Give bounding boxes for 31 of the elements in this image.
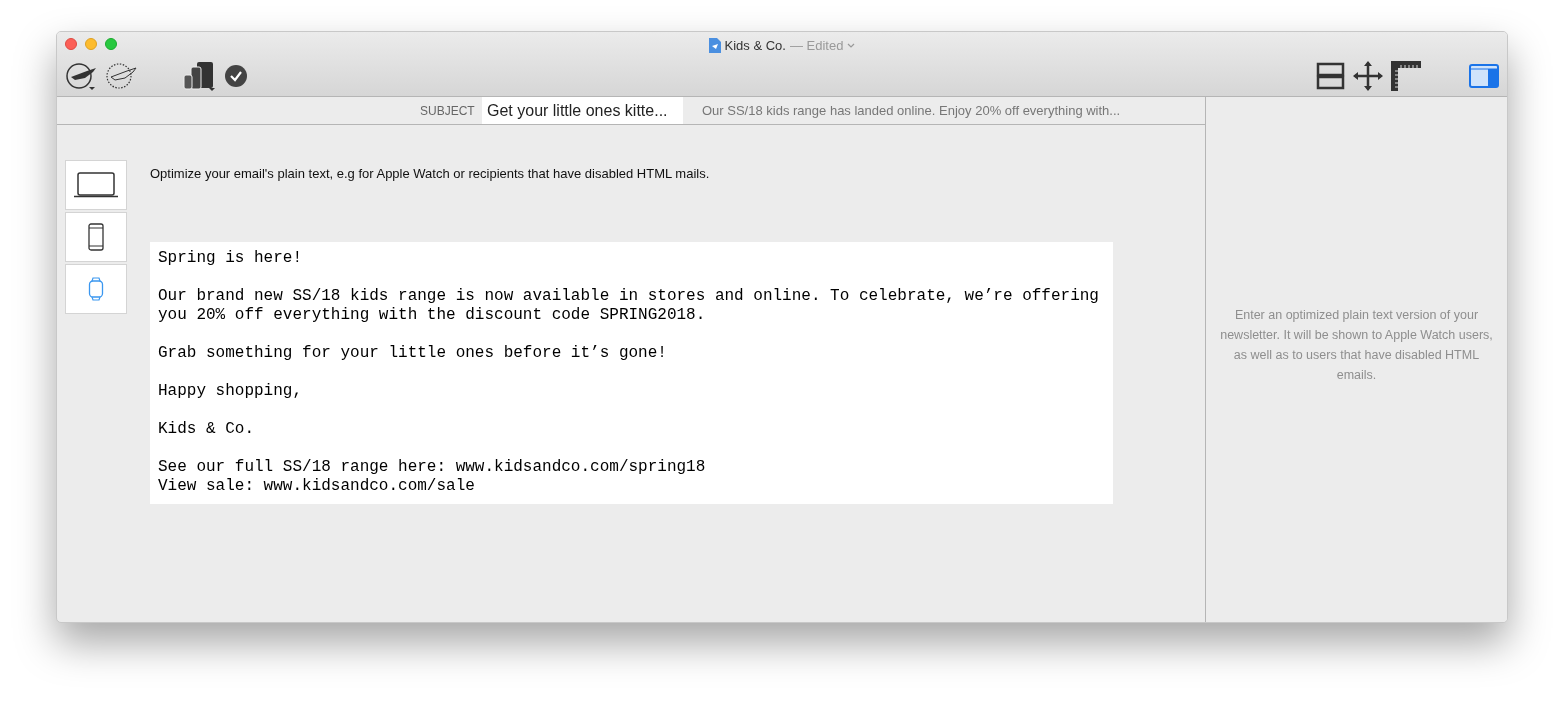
- window-title: Kids & Co.: [724, 37, 786, 55]
- device-tab[interactable]: [65, 212, 127, 262]
- watch-icon: [88, 277, 104, 301]
- airplane-send-icon[interactable]: [65, 61, 99, 91]
- chevron-down-icon: [847, 42, 856, 49]
- sidebar-help-text: Enter an optimized plain text version of your newsletter. It will be shown to Apple Watch users, as well as to users that have disabled HTML emails.: [1220, 306, 1493, 384]
- airplane-test-icon[interactable]: [105, 61, 139, 91]
- text-line: Happy shopping,: [158, 381, 304, 401]
- text-line: Grab something for your little ones before it’s gone!: [158, 343, 668, 363]
- hint-text: Optimize your email's plain text, e.g for Apple Watch or recipients that have disabled HTML mails.: [150, 165, 711, 183]
- preheader-text: Our SS/18 kids range has landed online. Enjoy 20% off everything with...: [702, 101, 1121, 120]
- laptop-icon: [73, 172, 119, 198]
- text-line: See our full SS/18 range here: www.kidsandco.com/spring18: [158, 457, 707, 477]
- check-circle-icon[interactable]: [225, 65, 247, 87]
- sidebar-toggle-icon[interactable]: [1469, 64, 1499, 88]
- text-line: View sale: www.kidsandco.com/sale: [158, 476, 476, 496]
- subject-field[interactable]: Get your little ones kitte...: [482, 97, 683, 124]
- subject-label: SUBJECT: [420, 102, 476, 120]
- device-tab[interactable]: [65, 160, 127, 210]
- document-icon: [708, 38, 721, 54]
- move-arrows-icon[interactable]: [1353, 61, 1383, 91]
- ruler-icon[interactable]: [1391, 61, 1421, 91]
- text-line: Spring is here!: [158, 248, 304, 268]
- text-line: you 20% off everything with the discount code SPRING2018.: [158, 305, 707, 325]
- close-button[interactable]: [65, 38, 77, 50]
- text-line: Kids & Co.: [158, 419, 255, 439]
- text-line: Our brand new SS/18 kids range is now available in stores and online. To celebrate, we’re offering: [158, 286, 1100, 306]
- edited-status: — Edited: [789, 37, 844, 55]
- phone-icon: [88, 223, 104, 251]
- devices-icon[interactable]: [183, 61, 217, 91]
- layout-rows-icon[interactable]: [1315, 62, 1345, 90]
